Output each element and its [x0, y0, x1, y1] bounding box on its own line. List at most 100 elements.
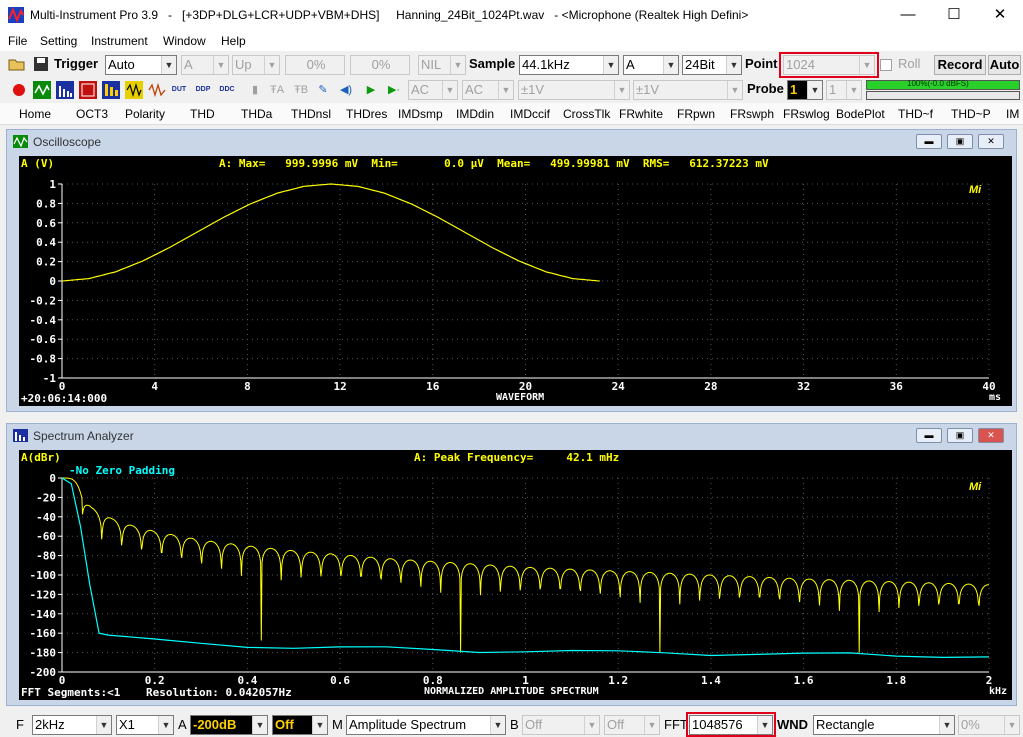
- instrument-tabs: Home OCT3 Polarity THD THDa THDnsl THDre…: [0, 103, 1023, 125]
- chevron-down-icon: ▼: [442, 81, 457, 99]
- trigger-channel-select[interactable]: A ▼: [181, 55, 229, 75]
- text-b-icon[interactable]: ŦB: [292, 81, 310, 99]
- tab-thd[interactable]: THD: [190, 107, 215, 121]
- y-tick-label: 1: [49, 178, 56, 191]
- open-folder-icon[interactable]: [8, 55, 26, 73]
- coupling-b-select[interactable]: AC ▼: [462, 80, 514, 100]
- tab-imdsmp[interactable]: IMDsmp: [398, 107, 443, 121]
- menu-setting[interactable]: Setting: [40, 34, 77, 48]
- panel-restore-button[interactable]: ▣: [947, 134, 973, 149]
- trigger-level-input[interactable]: 0%: [285, 55, 345, 75]
- tab-imdccif[interactable]: IMDccif: [510, 107, 550, 121]
- window-title: Multi-Instrument Pro 3.9 - [+3DP+DLG+LCR…: [30, 8, 749, 22]
- panel-restore-button[interactable]: ▣: [947, 428, 973, 443]
- oscilloscope-chart[interactable]: 0 4 8 12 16 20 24 28 32 36 4010.80.60.40.20-0.2-0.…: [19, 156, 1012, 406]
- panel-close-button[interactable]: ✕: [978, 428, 1004, 443]
- ddc-icon[interactable]: DDC: [218, 81, 236, 99]
- bar-display-icon[interactable]: [102, 81, 120, 99]
- signal-generator-icon[interactable]: [125, 81, 143, 99]
- chevron-down-icon: ▼: [727, 81, 742, 99]
- a-off-select[interactable]: Off ▼: [272, 715, 328, 735]
- trigger-delay-input[interactable]: 0%: [350, 55, 410, 75]
- chevron-down-icon: ▼: [939, 716, 954, 734]
- y-tick-label: -100: [30, 569, 57, 582]
- sample-rate-select[interactable]: 44.1kHz ▼: [519, 55, 619, 75]
- waveform-icon[interactable]: [148, 81, 166, 99]
- minimize-button[interactable]: —: [885, 0, 931, 31]
- y-tick-label: -40: [36, 511, 56, 524]
- text-a-icon[interactable]: ŦA: [268, 81, 286, 99]
- menu-window[interactable]: Window: [163, 34, 206, 48]
- close-button[interactable]: ✕: [977, 0, 1023, 31]
- tab-oct3[interactable]: OCT3: [76, 107, 108, 121]
- tab-thdnsl[interactable]: THDnsl: [291, 107, 331, 121]
- probe-label: Probe: [747, 81, 784, 96]
- nil-select[interactable]: NIL ▼: [418, 55, 466, 75]
- spec-stats: A: Peak Frequency= 42.1 mHz: [414, 451, 620, 464]
- b-off-select[interactable]: Off ▼: [604, 715, 660, 735]
- multimeter-icon[interactable]: [79, 81, 97, 99]
- chevron-down-icon: ▼: [312, 716, 327, 734]
- cursor-icon[interactable]: ▮: [246, 81, 264, 99]
- panel-minimize-button[interactable]: ▬: [916, 428, 942, 443]
- tab-home[interactable]: Home: [19, 107, 51, 121]
- oscilloscope-plot-area[interactable]: 0 4 8 12 16 20 24 28 32 36 40 1 0.8 0.6 0.4 0.2 0 -0.2 -0.…: [19, 156, 1012, 406]
- ddp-icon[interactable]: DDP: [194, 81, 212, 99]
- panel-close-button[interactable]: ✕: [978, 134, 1004, 149]
- window-select[interactable]: Rectangle ▼: [813, 715, 955, 735]
- trigger-mode-select[interactable]: Auto ▼: [105, 55, 177, 75]
- channel-select[interactable]: A ▼: [623, 55, 679, 75]
- freq-range-select[interactable]: 2kHz ▼: [32, 715, 112, 735]
- tab-crosstlk[interactable]: CrossTlk: [563, 107, 610, 121]
- speaker-icon[interactable]: ◀): [337, 81, 355, 99]
- tab-frwhite[interactable]: FRwhite: [619, 107, 663, 121]
- level-meter-b: [866, 91, 1020, 100]
- tab-frswlog[interactable]: FRswlog: [783, 107, 830, 121]
- mode-select[interactable]: Amplitude Spectrum ▼: [346, 715, 506, 735]
- tab-im[interactable]: IM: [1006, 107, 1019, 121]
- play-icon[interactable]: ▶: [362, 81, 380, 99]
- roll-checkbox[interactable]: [880, 59, 892, 71]
- menu-help[interactable]: Help: [221, 34, 246, 48]
- tab-polarity[interactable]: Polarity: [125, 107, 165, 121]
- tab-thda[interactable]: THDa: [241, 107, 272, 121]
- tab-frpwn[interactable]: FRpwn: [677, 107, 715, 121]
- tab-imddin[interactable]: IMDdin: [456, 107, 494, 121]
- spectrum-analyzer-icon[interactable]: [56, 81, 74, 99]
- a-range-select[interactable]: -200dB ▼: [190, 715, 268, 735]
- maximize-button[interactable]: ☐: [931, 0, 977, 31]
- probe-b-select[interactable]: 1 ▼: [826, 80, 862, 100]
- record-dot-icon[interactable]: [10, 81, 28, 99]
- range-b-select[interactable]: ±1V ▼: [633, 80, 743, 100]
- oscilloscope-icon[interactable]: [33, 81, 51, 99]
- b-range-select[interactable]: Off ▼: [522, 715, 600, 735]
- dut-icon[interactable]: DUT: [170, 81, 188, 99]
- record-button[interactable]: Record: [934, 55, 986, 75]
- tab-frswph[interactable]: FRswph: [730, 107, 774, 121]
- spectrum-plot-area[interactable]: 0 0.2 0.4 0.6 0.8 1 1.2 1.4 1.6 1.8 2 0 -20 -40 -60 -80…: [19, 450, 1012, 700]
- menu-instrument[interactable]: Instrument: [91, 34, 148, 48]
- coupling-a-select[interactable]: AC ▼: [408, 80, 458, 100]
- tab-bodeplot[interactable]: BodePlot: [836, 107, 885, 121]
- probe-a-select[interactable]: 1 ▼: [787, 80, 823, 100]
- chevron-down-icon: ▼: [498, 81, 513, 99]
- osc-stats: A: Max= 999.9996 mV Min= 0.0 µV Mean= 49…: [219, 157, 769, 170]
- zoom-select[interactable]: X1 ▼: [116, 715, 174, 735]
- probe-icon[interactable]: ✎: [314, 81, 332, 99]
- y-tick-label: -0.2: [30, 294, 57, 307]
- tab-thd-f[interactable]: THD~f: [898, 107, 933, 121]
- range-a-select[interactable]: ±1V ▼: [518, 80, 630, 100]
- panel-minimize-button[interactable]: ▬: [916, 134, 942, 149]
- step-icon[interactable]: ▶·: [385, 81, 403, 99]
- overlap-select[interactable]: 0% ▼: [958, 715, 1020, 735]
- tab-thdres[interactable]: THDres: [346, 107, 387, 121]
- menu-file[interactable]: File: [8, 34, 27, 48]
- trigger-edge-select[interactable]: Up ▼: [232, 55, 280, 75]
- spectrum-chart[interactable]: 0 0.2 0.4 0.6 0.8 1 1.2 1.4 1.6 1.8 20-20-40-60-80…: [19, 450, 1012, 700]
- tab-thd-p[interactable]: THD~P: [951, 107, 991, 121]
- mi-logo: Mi: [969, 184, 982, 196]
- x-tick-label: 8: [244, 380, 251, 393]
- bits-select[interactable]: 24Bit ▼: [682, 55, 742, 75]
- auto-button[interactable]: Auto: [988, 55, 1021, 75]
- save-icon[interactable]: [32, 55, 50, 73]
